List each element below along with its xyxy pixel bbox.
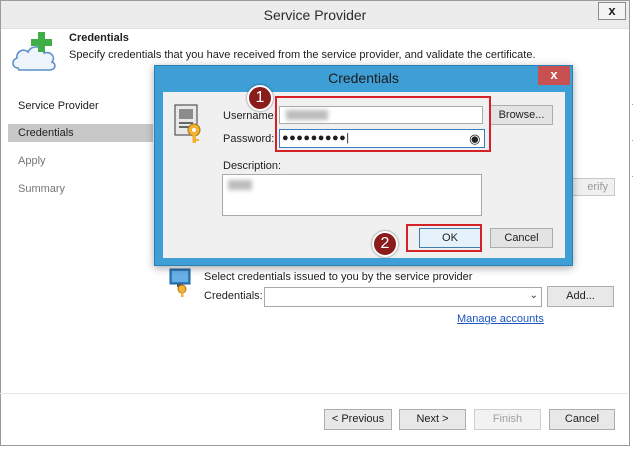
dialog-close-button[interactable]: x xyxy=(538,66,570,85)
cloud-plus-icon xyxy=(12,32,56,71)
step-marker-1: 1 xyxy=(247,85,273,111)
description-label: Description: xyxy=(223,160,282,172)
username-label: Username: xyxy=(223,110,277,122)
finish-button[interactable]: Finish xyxy=(474,409,541,430)
window-edge-grip: · · · xyxy=(631,100,634,181)
step-title: Credentials xyxy=(69,32,129,44)
monitor-key-icon xyxy=(169,268,191,297)
dialog-cancel-button[interactable]: Cancel xyxy=(490,228,553,248)
step-description: Specify credentials that you have receiv… xyxy=(69,49,536,61)
window-title: Service Provider xyxy=(263,7,367,23)
footer-divider xyxy=(0,393,628,394)
browse-button[interactable]: Browse... xyxy=(490,105,553,125)
cancel-button[interactable]: Cancel xyxy=(549,409,615,430)
window-close-button[interactable]: x xyxy=(598,2,626,20)
nav-item-apply[interactable]: Apply xyxy=(8,152,153,170)
password-label: Password: xyxy=(223,133,275,145)
previous-button[interactable]: < Previous xyxy=(324,409,392,430)
credentials-hint: Select credentials issued to you by the … xyxy=(204,271,473,283)
nav-item-service-provider[interactable]: Service Provider xyxy=(8,97,153,115)
chevron-down-icon[interactable]: ⌄ xyxy=(530,290,538,301)
next-button[interactable]: Next > xyxy=(399,409,466,430)
highlight-credential-fields xyxy=(275,96,491,152)
description-textarea[interactable] xyxy=(222,174,482,216)
step-marker-2: 2 xyxy=(372,231,398,257)
nav-item-summary[interactable]: Summary xyxy=(8,180,153,198)
manage-accounts-link[interactable]: Manage accounts xyxy=(457,313,544,325)
nav-item-credentials[interactable]: Credentials xyxy=(8,124,153,142)
add-credentials-button[interactable]: Add... xyxy=(547,286,614,307)
redacted-description xyxy=(228,180,252,190)
user-key-icon xyxy=(174,104,201,143)
credentials-dropdown[interactable]: ⌄ xyxy=(264,287,542,307)
credentials-label: Credentials: xyxy=(204,290,263,302)
highlight-ok-button xyxy=(406,224,482,252)
dialog-title: Credentials xyxy=(328,70,399,86)
